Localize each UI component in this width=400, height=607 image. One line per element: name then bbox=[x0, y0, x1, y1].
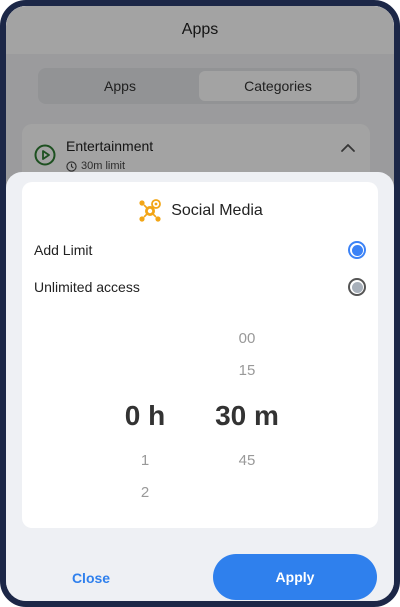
hours-selected[interactable]: 0 h bbox=[100, 400, 190, 432]
minutes-unit: m bbox=[254, 400, 279, 431]
minutes-selected[interactable]: 30 m bbox=[192, 400, 302, 432]
social-media-icon bbox=[139, 199, 162, 222]
option-unlimited-access[interactable]: Unlimited access bbox=[34, 275, 366, 299]
sheet-header: Social Media bbox=[22, 196, 378, 226]
limit-bottom-sheet: Social Media Add Limit Unlimited access … bbox=[6, 172, 394, 601]
minutes-option[interactable]: 15 bbox=[202, 362, 292, 379]
radio-unlimited-access[interactable] bbox=[348, 278, 366, 296]
close-button[interactable]: Close bbox=[46, 556, 136, 600]
option-add-limit[interactable]: Add Limit bbox=[34, 238, 366, 262]
radio-add-limit[interactable] bbox=[348, 241, 366, 259]
apply-button-label: Apply bbox=[275, 569, 315, 585]
option-label: Unlimited access bbox=[34, 279, 140, 295]
sheet-title: Social Media bbox=[171, 202, 263, 219]
limit-panel: Social Media Add Limit Unlimited access … bbox=[22, 182, 378, 528]
hours-unit: h bbox=[148, 400, 166, 431]
device-frame: Apps Apps Categories Entertainment 30m l… bbox=[0, 0, 400, 607]
minutes-option[interactable]: 45 bbox=[202, 452, 292, 469]
hours-selected-value: 0 bbox=[124, 400, 141, 431]
hours-option[interactable]: 2 bbox=[100, 484, 190, 501]
option-label: Add Limit bbox=[34, 242, 93, 258]
minutes-option[interactable]: 00 bbox=[202, 330, 292, 347]
hours-option[interactable]: 1 bbox=[100, 452, 190, 469]
apply-button[interactable]: Apply bbox=[213, 554, 377, 600]
minutes-selected-value: 30 bbox=[215, 400, 247, 431]
close-button-label: Close bbox=[71, 570, 111, 586]
